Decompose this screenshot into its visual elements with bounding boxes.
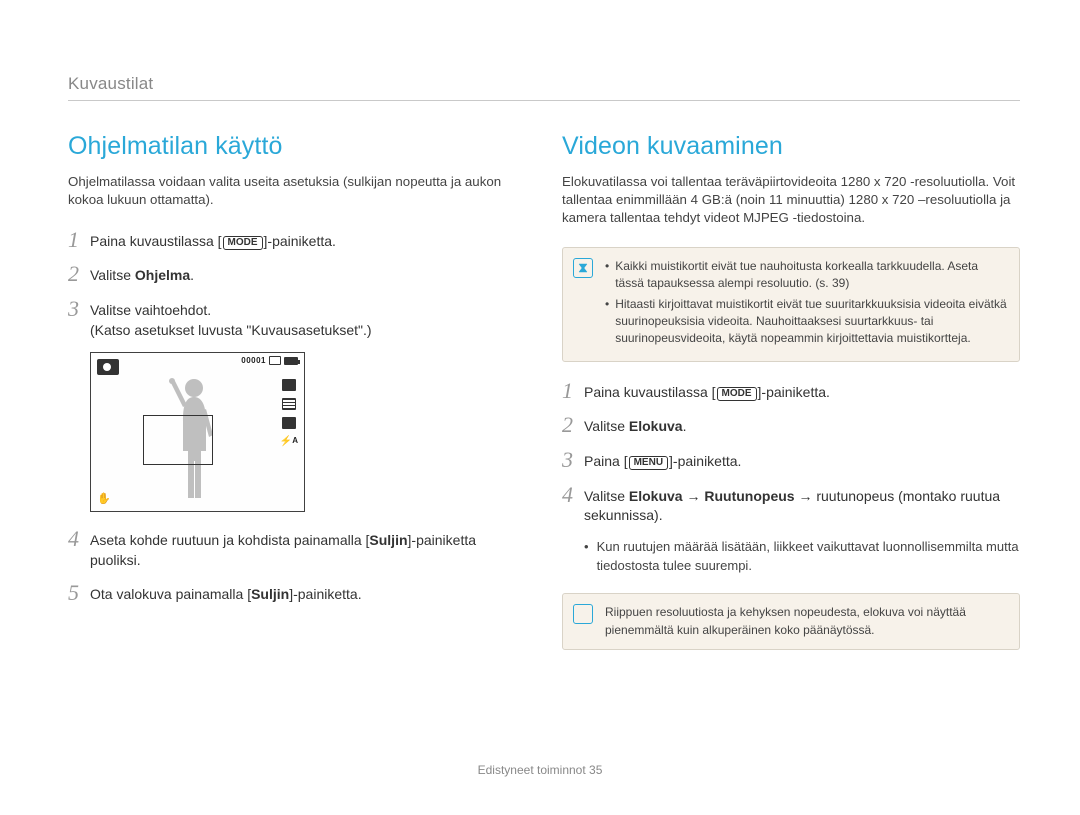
step-number: 5 bbox=[68, 582, 90, 604]
step-number: 3 bbox=[562, 449, 584, 471]
left-step-3: 3 Valitse vaihtoehdot. (Katso asetukset … bbox=[68, 298, 526, 340]
note-bullet: Kaikki muistikortit eivät tue nauhoitust… bbox=[605, 258, 1007, 293]
indicator-rect-icon bbox=[282, 379, 296, 391]
left-step-5: 5 Ota valokuva painamalla [Suljin]-paini… bbox=[68, 582, 526, 605]
note-icon bbox=[573, 604, 593, 624]
step-text: Paina kuvaustilassa [MODE]-painiketta. bbox=[90, 229, 526, 252]
menu-chip: MENU bbox=[629, 456, 668, 470]
mode-chip: MODE bbox=[223, 236, 263, 250]
step-text: Aseta kohde ruutuun ja kohdista painamal… bbox=[90, 528, 526, 570]
right-step-4: 4 Valitse Elokuva → Ruutunopeus → ruutun… bbox=[562, 484, 1020, 526]
preview-right-indicators: ⚡A bbox=[280, 379, 298, 447]
shot-counter: 00001 bbox=[241, 356, 266, 365]
battery-icon bbox=[284, 357, 298, 365]
step-number: 4 bbox=[562, 484, 584, 506]
right-column: Videon kuvaaminen Elokuvatilassa voi tal… bbox=[562, 132, 1020, 668]
step-number: 1 bbox=[562, 380, 584, 402]
left-intro: Ohjelmatilassa voidaan valita useita ase… bbox=[68, 173, 526, 209]
note-box-resolution: Riippuen resoluutiosta ja kehyksen nopeu… bbox=[562, 593, 1020, 650]
right-step-3: 3 Paina [MENU]-painiketta. bbox=[562, 449, 1020, 472]
camera-preview: 00001 ⚡A ✋ bbox=[90, 352, 305, 512]
step-text: Paina [MENU]-painiketta. bbox=[584, 449, 1020, 472]
flash-icon: ⚡A bbox=[280, 436, 298, 447]
step-number: 4 bbox=[68, 528, 90, 550]
step-text: Valitse Elokuva. bbox=[584, 414, 1020, 437]
note-box-memory-cards: Kaikki muistikortit eivät tue nauhoitust… bbox=[562, 247, 1020, 362]
left-step-2: 2 Valitse Ohjelma. bbox=[68, 263, 526, 286]
right-step-2: 2 Valitse Elokuva. bbox=[562, 414, 1020, 437]
left-step-1: 1 Paina kuvaustilassa [MODE]-painiketta. bbox=[68, 229, 526, 252]
left-column: Ohjelmatilan käyttö Ohjelmatilassa voida… bbox=[68, 132, 526, 668]
focus-rectangle bbox=[143, 415, 213, 465]
stabilization-icon: ✋ bbox=[97, 492, 111, 505]
step-text: Valitse Ohjelma. bbox=[90, 263, 526, 286]
heading-video-mode: Videon kuvaaminen bbox=[562, 132, 1020, 161]
indicator-grid-icon bbox=[282, 398, 296, 410]
step-number: 2 bbox=[562, 414, 584, 436]
left-step-4: 4 Aseta kohde ruutuun ja kohdista painam… bbox=[68, 528, 526, 570]
mode-chip: MODE bbox=[717, 387, 757, 401]
heading-program-mode: Ohjelmatilan käyttö bbox=[68, 132, 526, 161]
right-step-1: 1 Paina kuvaustilassa [MODE]-painiketta. bbox=[562, 380, 1020, 403]
step-number: 2 bbox=[68, 263, 90, 285]
indicator-solid-icon bbox=[282, 417, 296, 429]
step-text: Ota valokuva painamalla [Suljin]-painike… bbox=[90, 582, 526, 605]
breadcrumb-divider bbox=[68, 100, 1020, 101]
note-text: Riippuen resoluutiosta ja kehyksen nopeu… bbox=[605, 605, 966, 636]
frame-rate-note-bullet: Kun ruutujen määrää lisätään, liikkeet v… bbox=[584, 538, 1020, 576]
step-text: Paina kuvaustilassa [MODE]-painiketta. bbox=[584, 380, 1020, 403]
preview-top-indicators: 00001 bbox=[241, 356, 298, 365]
note-bullet: Hitaasti kirjoittavat muistikortit eivät… bbox=[605, 296, 1007, 348]
content-columns: Ohjelmatilan käyttö Ohjelmatilassa voida… bbox=[68, 132, 1020, 668]
card-icon bbox=[269, 356, 281, 365]
breadcrumb: Kuvaustilat bbox=[68, 74, 153, 94]
camera-mode-icon bbox=[97, 359, 119, 375]
step-number: 1 bbox=[68, 229, 90, 251]
step-text: Valitse Elokuva → Ruutunopeus → ruutunop… bbox=[584, 484, 1020, 526]
note-icon bbox=[573, 258, 593, 278]
right-intro: Elokuvatilassa voi tallentaa teräväpiirt… bbox=[562, 173, 1020, 227]
step-text: Valitse vaihtoehdot. (Katso asetukset lu… bbox=[90, 298, 526, 340]
step-number: 3 bbox=[68, 298, 90, 320]
page-footer: Edistyneet toiminnot 35 bbox=[0, 763, 1080, 777]
